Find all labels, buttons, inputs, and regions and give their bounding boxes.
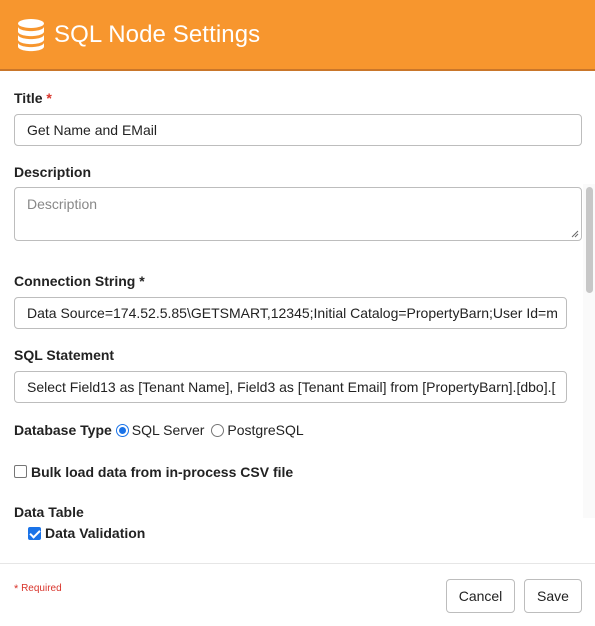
- required-star: *: [46, 90, 52, 106]
- bulk-load-checkbox[interactable]: [14, 465, 27, 478]
- title-label: Title *: [14, 90, 52, 106]
- radio-sql-server-label[interactable]: SQL Server: [132, 422, 205, 438]
- data-table-label: Data Table: [14, 504, 84, 518]
- connection-string-input[interactable]: Data Source=174.52.5.85\GETSMART,12345;I…: [14, 297, 567, 329]
- connection-string-label: Connection String *: [14, 273, 145, 289]
- database-type-label: Database Type: [14, 422, 112, 438]
- description-textarea[interactable]: Description: [14, 187, 582, 241]
- data-validation-row[interactable]: Data Validation: [28, 525, 145, 541]
- required-note: * Required: [14, 583, 62, 595]
- radio-postgresql-label[interactable]: PostgreSQL: [227, 422, 303, 438]
- cancel-button[interactable]: Cancel: [446, 579, 515, 613]
- description-label: Description: [14, 164, 92, 180]
- database-icon: [18, 18, 44, 51]
- radio-postgresql[interactable]: [211, 423, 225, 437]
- sql-statement-label: SQL Statement: [14, 347, 115, 363]
- data-validation-checkbox[interactable]: [28, 526, 41, 540]
- sql-statement-input[interactable]: Select Field13 as [Tenant Name], Field3 …: [14, 371, 567, 403]
- radio-sql-server[interactable]: [115, 423, 129, 437]
- resize-grip-icon[interactable]: [571, 230, 579, 238]
- dialog-title: SQL Node Settings: [54, 20, 261, 48]
- settings-form[interactable]: Title * Get Name and EMail Description D…: [0, 73, 595, 518]
- scrollbar-thumb[interactable]: [586, 187, 593, 293]
- title-input[interactable]: Get Name and EMail: [14, 114, 582, 146]
- save-button[interactable]: Save: [524, 579, 582, 613]
- description-placeholder: Description: [27, 196, 98, 212]
- data-validation-label[interactable]: Data Validation: [45, 525, 145, 541]
- vertical-scrollbar[interactable]: [583, 184, 595, 518]
- dialog-header: SQL Node Settings: [0, 0, 595, 71]
- bulk-load-label[interactable]: Bulk load data from in-process CSV file: [31, 464, 293, 480]
- database-type-group: Database Type SQL Server PostgreSQL: [14, 422, 307, 438]
- footer-divider: [0, 563, 595, 564]
